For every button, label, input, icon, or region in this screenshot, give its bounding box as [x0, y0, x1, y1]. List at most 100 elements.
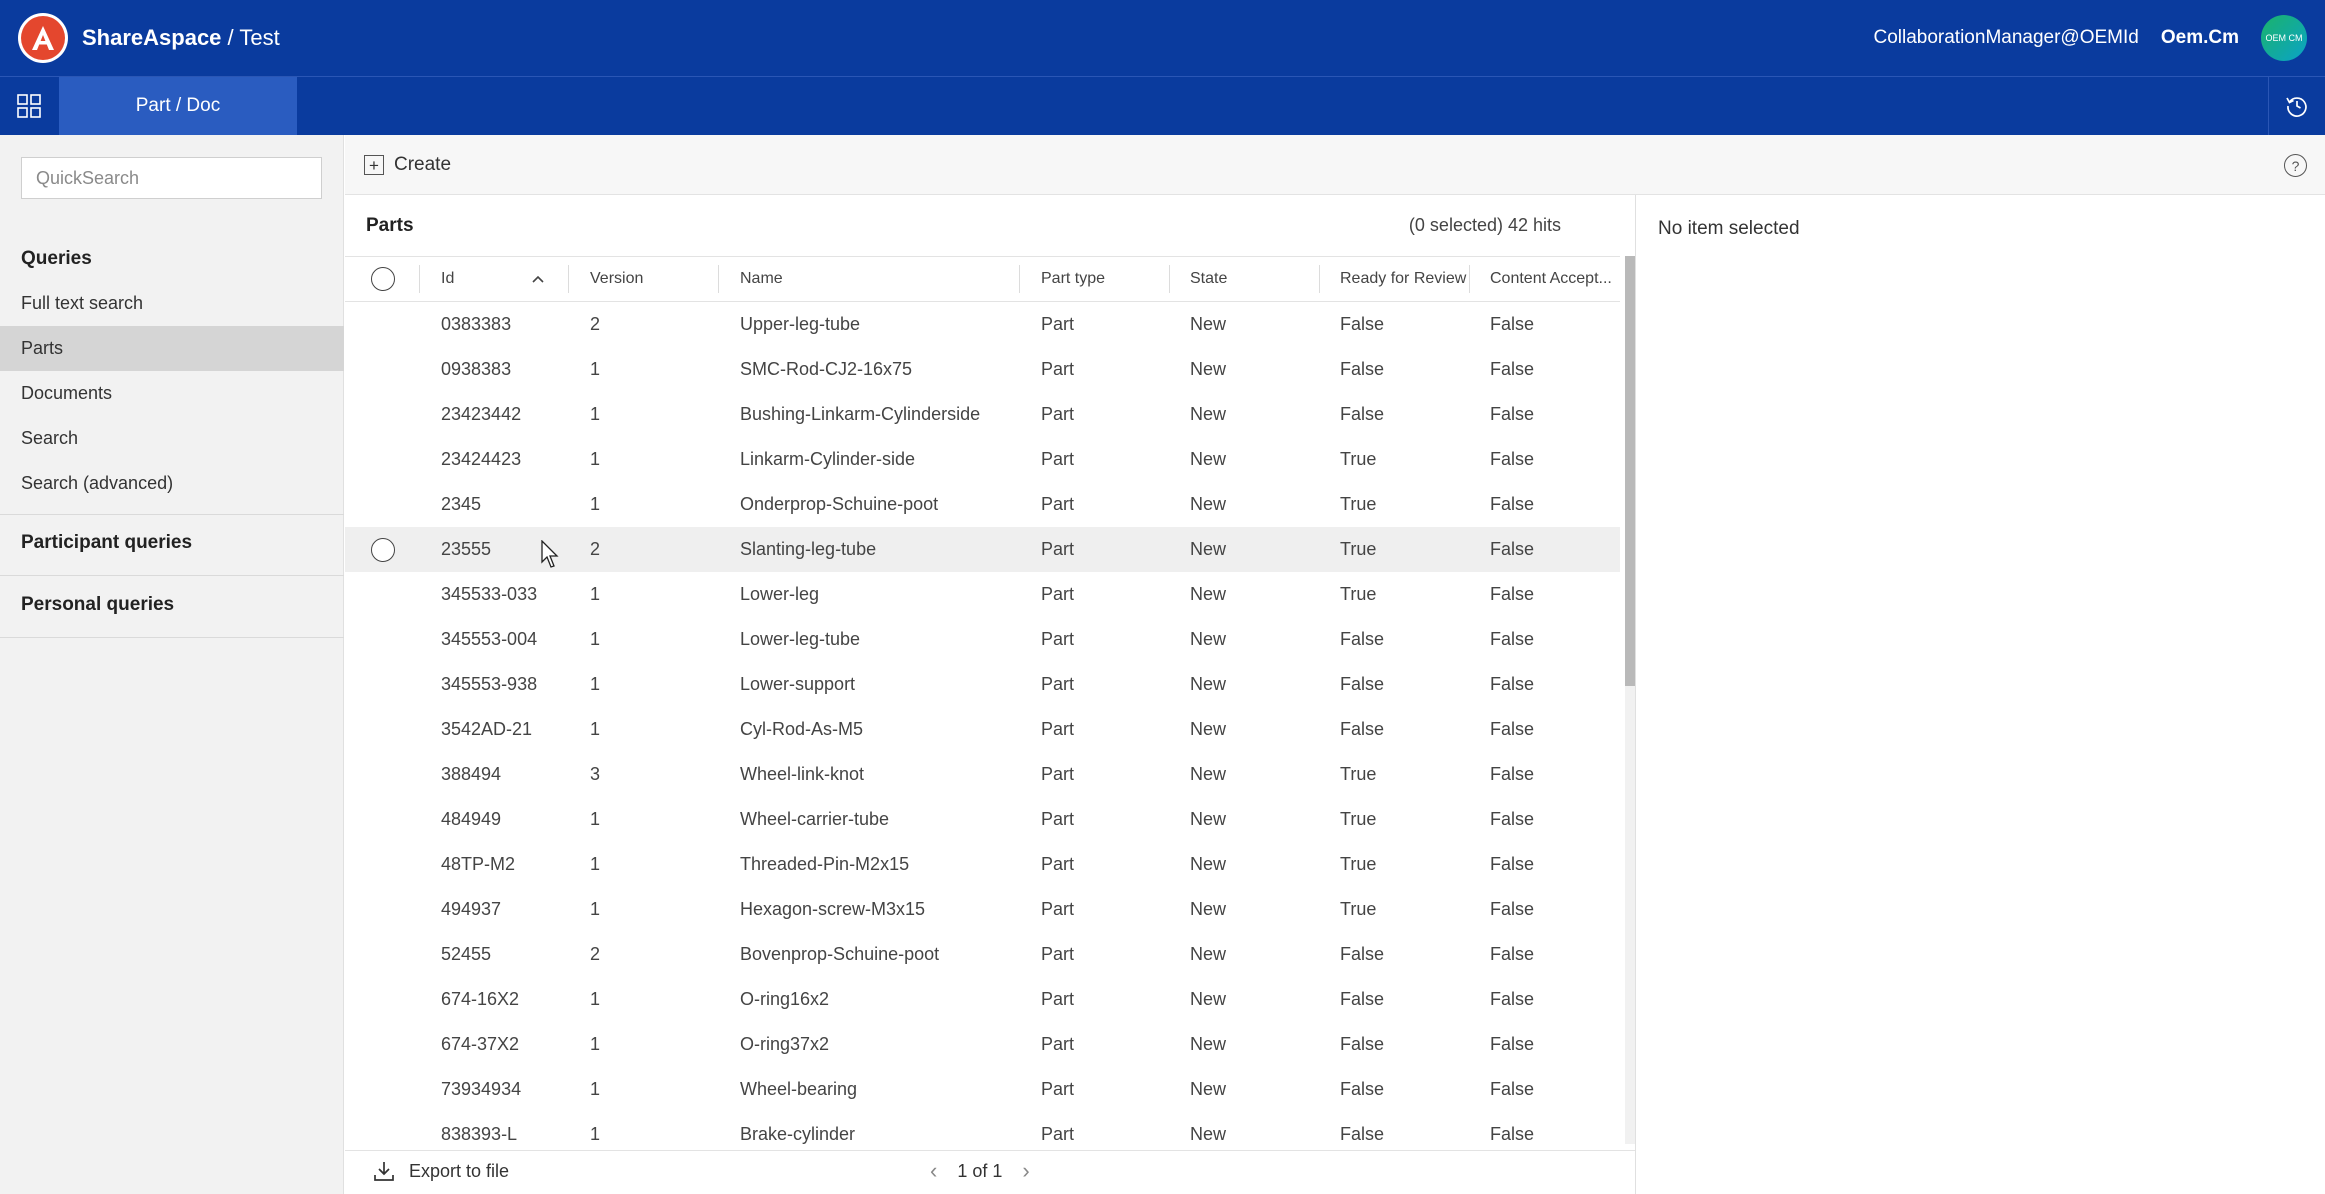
column-header-content-accept[interactable]: Content Accept... [1490, 257, 1612, 301]
create-label: Create [394, 154, 452, 175]
cell-part-type: Part [1041, 944, 1075, 964]
cell-content-accept: False [1490, 809, 1535, 829]
row-select-radio[interactable] [371, 527, 395, 572]
sidebar-item-search-advanced[interactable]: Search (advanced) [0, 461, 344, 506]
user-email: CollaborationManager@OEMId [1873, 27, 2139, 48]
cell-ready-for-review: True [1340, 449, 1377, 469]
cell-id: 23423442 [441, 404, 522, 424]
table-row[interactable]: 48TP-M2 1 Threaded-Pin-M2x15 Part New True Fal… [345, 842, 1620, 887]
workspace-name: / Test [227, 25, 280, 50]
cell-part-type: Part [1041, 629, 1075, 649]
create-button[interactable]: + Create [364, 154, 451, 176]
table-row[interactable]: 484949 1 Wheel-carrier-tube Part New True Fals… [345, 797, 1620, 842]
table-row[interactable]: 0383383 2 Upper-leg-tube Part New False False [345, 302, 1620, 347]
table-row[interactable]: 345533-033 1 Lower-leg Part New True False [345, 572, 1620, 617]
table-row[interactable]: 674-16X2 1 O-ring16x2 Part New False False [345, 977, 1620, 1022]
cell-name: Linkarm-Cylinder-side [740, 449, 916, 469]
cell-state: New [1190, 719, 1227, 739]
table-row[interactable]: 52455 2 Bovenprop-Schuine-poot Part New False… [345, 932, 1620, 977]
sidebar-item-full-text-search[interactable]: Full text search [0, 281, 344, 326]
mouse-cursor-icon [541, 540, 559, 568]
cell-id: 23555 [441, 539, 492, 559]
cell-id: 345533-033 [441, 584, 538, 604]
column-header-id[interactable]: Id [441, 257, 454, 301]
cell-ready-for-review: True [1340, 584, 1377, 604]
chevron-left-icon[interactable]: ‹ [930, 1160, 937, 1182]
quicksearch-input[interactable]: QuickSearch [21, 157, 322, 199]
cell-id: 345553-004 [441, 629, 538, 649]
queries-heading[interactable]: Queries [21, 248, 92, 270]
select-all-radio[interactable] [371, 257, 395, 301]
cell-id: 484949 [441, 809, 502, 829]
column-header-state[interactable]: State [1190, 257, 1227, 301]
sidebar-item-parts[interactable]: Parts [0, 326, 344, 371]
table-row[interactable]: 73934934 1 Wheel-bearing Part New False False [345, 1067, 1620, 1112]
cell-content-accept: False [1490, 899, 1535, 919]
table-row[interactable]: 2345 1 Onderprop-Schuine-poot Part New True Fa… [345, 482, 1620, 527]
table-row[interactable]: 3542AD-21 1 Cyl-Rod-As-M5 Part New False False [345, 707, 1620, 752]
cell-id: 3542AD-21 [441, 719, 533, 739]
column-header-part-type[interactable]: Part type [1041, 257, 1105, 301]
table-row[interactable]: 0938383 1 SMC-Rod-CJ2-16x75 Part New False Fal… [345, 347, 1620, 392]
table-row[interactable]: 23424423 1 Linkarm-Cylinder-side Part New Tru… [345, 437, 1620, 482]
cell-state: New [1190, 629, 1227, 649]
cell-version: 1 [590, 359, 601, 379]
chevron-right-icon[interactable]: › [1022, 1160, 1029, 1182]
cell-state: New [1190, 899, 1227, 919]
personal-queries-heading[interactable]: Personal queries [21, 594, 174, 616]
cell-part-type: Part [1041, 1079, 1075, 1099]
table-row[interactable]: 674-37X2 1 O-ring37x2 Part New False False [345, 1022, 1620, 1067]
cell-id: 0383383 [441, 314, 512, 334]
cell-version: 1 [590, 629, 601, 649]
shareaspace-logo[interactable] [18, 13, 68, 63]
table-row[interactable]: 23423442 1 Bushing-Linkarm-Cylinderside Par… [345, 392, 1620, 437]
avatar[interactable]: OEM CM [2261, 15, 2307, 61]
column-header-ready-for-review[interactable]: Ready for Review [1340, 257, 1466, 301]
sort-ascending-icon[interactable] [531, 257, 545, 301]
participant-queries-heading[interactable]: Participant queries [21, 532, 192, 554]
cell-state: New [1190, 1034, 1227, 1054]
cell-ready-for-review: True [1340, 764, 1377, 784]
column-header-name[interactable]: Name [740, 257, 783, 301]
cell-ready-for-review: False [1340, 1034, 1385, 1054]
scrollbar-thumb[interactable] [1625, 256, 1635, 686]
export-button[interactable]: Export to file [373, 1160, 509, 1182]
cell-part-type: Part [1041, 314, 1075, 334]
cell-content-accept: False [1490, 764, 1535, 784]
app-launcher-button[interactable] [0, 77, 57, 135]
cell-part-type: Part [1041, 494, 1075, 514]
table-row[interactable]: 345553-004 1 Lower-leg-tube Part New False Fal… [345, 617, 1620, 662]
brand-name: ShareAspace [82, 25, 222, 50]
cell-state: New [1190, 854, 1227, 874]
cell-part-type: Part [1041, 359, 1075, 379]
cell-name: Cyl-Rod-As-M5 [740, 719, 864, 739]
cell-part-type: Part [1041, 449, 1075, 469]
app-title: ShareAspace / Test [82, 25, 280, 51]
table-row[interactable]: 345553-938 1 Lower-support Part New False Fals… [345, 662, 1620, 707]
tab-part-doc[interactable]: Part / Doc [59, 77, 297, 135]
sidebar-item-documents[interactable]: Documents [0, 371, 344, 416]
cell-content-accept: False [1490, 404, 1535, 424]
cell-part-type: Part [1041, 764, 1075, 784]
cell-state: New [1190, 944, 1227, 964]
sidebar-item-search[interactable]: Search [0, 416, 344, 461]
cell-name: Lower-leg-tube [740, 629, 861, 649]
nav-bar: Part / Doc [0, 76, 2325, 135]
table-row[interactable]: 23555 2 Slanting-leg-tube Part New True False [345, 527, 1620, 572]
cell-content-accept: False [1490, 359, 1535, 379]
column-header-version[interactable]: Version [590, 257, 643, 301]
cell-ready-for-review: False [1340, 314, 1385, 334]
cell-content-accept: False [1490, 629, 1535, 649]
grid-icon [16, 94, 41, 118]
history-button[interactable] [2268, 77, 2325, 135]
table-row[interactable]: 494937 1 Hexagon-screw-M3x15 Part New True Fal… [345, 887, 1620, 932]
scrollbar[interactable] [1625, 256, 1635, 1144]
cell-content-accept: False [1490, 989, 1535, 1009]
detail-pane: No item selected [1635, 195, 2325, 1194]
cell-name: Wheel-carrier-tube [740, 809, 890, 829]
cell-ready-for-review: False [1340, 359, 1385, 379]
cell-part-type: Part [1041, 539, 1075, 559]
help-icon[interactable]: ? [2284, 154, 2307, 177]
table-row[interactable]: 388494 3 Wheel-link-knot Part New True False [345, 752, 1620, 797]
cell-name: Wheel-bearing [740, 1079, 858, 1099]
